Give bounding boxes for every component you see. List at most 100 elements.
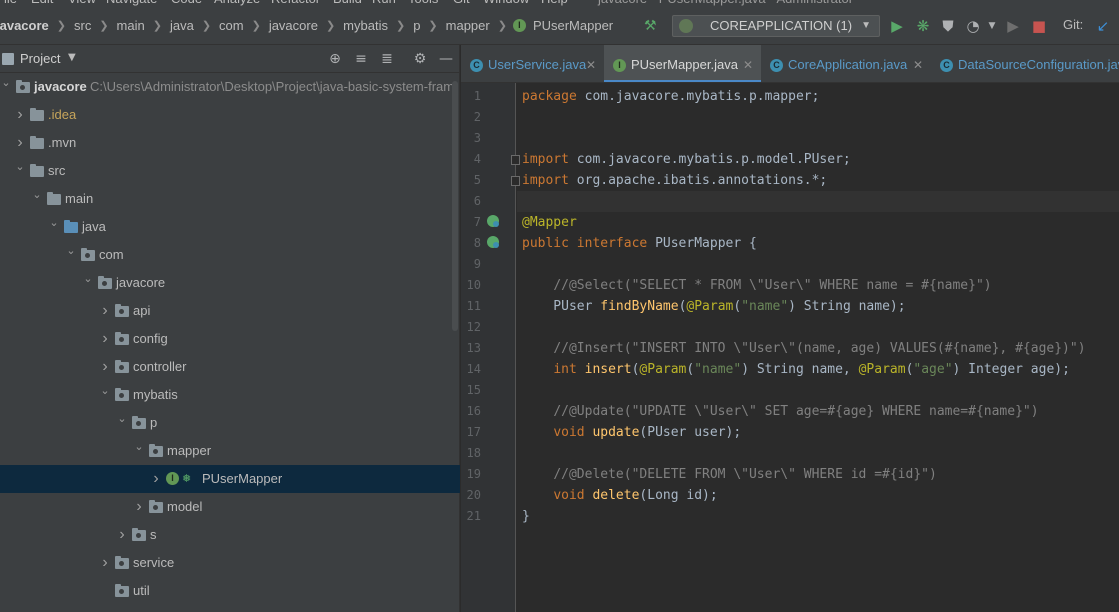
tree-node[interactable]: ⌄ mybatis	[0, 381, 460, 409]
chevron-down-icon[interactable]: ⌄	[117, 405, 127, 433]
code-line[interactable]: //@Select("SELECT * FROM \"User\" WHERE …	[522, 275, 1119, 296]
code-line[interactable]: //@Update("UPDATE \"User\" SET age=#{age…	[522, 401, 1119, 422]
chevron-down-icon[interactable]: ⌄	[32, 181, 42, 209]
editor-tab[interactable]: C UserService.java ✕	[461, 45, 604, 82]
debug-bug-icon[interactable]: ❋	[914, 17, 932, 35]
tree-node[interactable]: › .mvn	[0, 129, 460, 157]
expand-all-icon[interactable]: ≡	[352, 50, 370, 68]
build-hammer-icon[interactable]: ⚒	[644, 19, 660, 33]
tree-node[interactable]: › controller	[0, 353, 460, 381]
breadcrumb-item[interactable]: src	[72, 18, 93, 33]
code-line[interactable]: }	[522, 506, 1119, 527]
tree-node[interactable]: util	[0, 577, 460, 605]
code-line[interactable]: import com.javacore.mybatis.p.model.PUse…	[522, 149, 1119, 170]
breadcrumb-item[interactable]: javacore	[267, 18, 320, 33]
run-icon[interactable]: ▶	[888, 17, 906, 35]
breadcrumb-item[interactable]: mybatis	[341, 18, 390, 33]
code-line[interactable]: //@Insert("INSERT INTO \"User\"(name, ag…	[522, 338, 1119, 359]
chevron-down-icon[interactable]: ⌄	[66, 237, 76, 265]
code-line[interactable]	[522, 107, 1119, 128]
code-line[interactable]	[522, 128, 1119, 149]
gear-icon[interactable]: ⚙	[411, 50, 429, 68]
editor-tab[interactable]: C DataSourceConfiguration.java	[931, 45, 1119, 82]
breadcrumb-item[interactable]: com	[217, 18, 246, 33]
minimize-icon[interactable]: —	[437, 50, 455, 68]
tree-node[interactable]: › api	[0, 297, 460, 325]
tree-node[interactable]: › .idea	[0, 101, 460, 129]
fold-marker-icon[interactable]	[511, 155, 520, 165]
chevron-right-icon[interactable]: ›	[15, 101, 25, 129]
chevron-down-icon[interactable]: ⌄	[83, 265, 93, 293]
tree-node[interactable]: ⌄ src	[0, 157, 460, 185]
code-line[interactable]: import org.apache.ibatis.annotations.*;	[522, 170, 1119, 191]
code-line[interactable]	[522, 254, 1119, 275]
project-panel-title[interactable]: Project	[20, 51, 60, 66]
close-icon[interactable]: ✕	[743, 45, 753, 82]
chevron-right-icon[interactable]: ›	[117, 521, 127, 549]
stop-icon[interactable]: ■	[1030, 17, 1048, 35]
code-line[interactable]: void delete(Long id);	[522, 485, 1119, 506]
chevron-down-icon[interactable]: ⌄	[100, 377, 110, 405]
profiler-icon[interactable]: ◔	[964, 17, 982, 35]
git-update-arrow-icon[interactable]: ↙	[1094, 17, 1112, 35]
locate-crosshair-icon[interactable]: ⊕	[326, 50, 344, 68]
package-icon	[132, 416, 146, 429]
tree-node-label: java	[82, 219, 106, 234]
tree-node[interactable]: ⌄ mapper	[0, 437, 460, 465]
run-configuration-select[interactable]: COREAPPLICATION (1) ▼	[672, 15, 880, 37]
chevron-down-icon[interactable]: ⌄	[15, 153, 25, 181]
spring-bean-gutter-icon[interactable]	[487, 236, 499, 248]
chevron-right-icon[interactable]: ›	[100, 297, 110, 325]
code-line[interactable]: @Mapper	[522, 212, 1119, 233]
breadcrumb-item[interactable]: p	[411, 18, 422, 33]
chevron-right-icon[interactable]: ›	[151, 465, 161, 493]
fold-marker-icon[interactable]	[511, 176, 520, 186]
code-line[interactable]: package com.javacore.mybatis.p.mapper;	[522, 86, 1119, 107]
tree-node[interactable]: › model	[0, 493, 460, 521]
breadcrumb-item[interactable]: java	[168, 18, 196, 33]
step-icon[interactable]: ▶	[1004, 17, 1022, 35]
tree-node[interactable]: › service	[0, 549, 460, 577]
close-icon[interactable]: ✕	[586, 45, 596, 82]
code-line[interactable]	[522, 191, 1119, 212]
chevron-right-icon[interactable]: ›	[134, 493, 144, 521]
code-line[interactable]: public interface PUserMapper {	[522, 233, 1119, 254]
breadcrumb-item[interactable]: main	[115, 18, 147, 33]
code-line[interactable]: void update(PUser user);	[522, 422, 1119, 443]
tree-node[interactable]: ⌄ javacore C:\Users\Administrator\Desktop\…	[0, 73, 460, 101]
tree-node[interactable]: ⌄ javacore	[0, 269, 460, 297]
tree-node[interactable]: › s	[0, 521, 460, 549]
code-line[interactable]	[522, 443, 1119, 464]
tree-node[interactable]: ⌄ com	[0, 241, 460, 269]
tree-node[interactable]: › I ❅ PUserMapper	[0, 465, 460, 493]
chevron-right-icon[interactable]: ›	[100, 325, 110, 353]
chevron-down-icon[interactable]: ⌄	[134, 433, 144, 461]
collapse-all-icon[interactable]: ≣	[378, 50, 396, 68]
tree-node-label: mapper	[167, 443, 212, 458]
breadcrumb-item[interactable]: PUserMapper	[531, 18, 615, 33]
tree-node[interactable]: › config	[0, 325, 460, 353]
tree-node-label: src	[48, 163, 66, 178]
project-scrollbar[interactable]	[452, 81, 458, 331]
spring-bean-gutter-icon[interactable]	[487, 215, 499, 227]
code-editor[interactable]: 1 2 3 4 5 6 7 8 9 10 11 12 13 14 15 16 17 18 19 20 21 packag…	[461, 83, 1119, 612]
editor-tab[interactable]: C CoreApplication.java ✕	[761, 45, 931, 82]
code-line[interactable]	[522, 317, 1119, 338]
code-line[interactable]: int insert(@Param("name") String name, @…	[522, 359, 1119, 380]
code-line[interactable]: PUser findByName(@Param("name") String n…	[522, 296, 1119, 317]
code-line[interactable]: //@Delete("DELETE FROM \"User\" WHERE id…	[522, 464, 1119, 485]
chevron-down-icon[interactable]: ⌄	[49, 209, 59, 237]
package-icon	[81, 248, 95, 261]
profiler-dropdown-icon[interactable]: ▼	[983, 17, 1001, 35]
chevron-down-icon[interactable]: ⌄	[1, 69, 11, 97]
breadcrumb-item[interactable]: javacore	[0, 18, 51, 33]
close-icon[interactable]: ✕	[913, 45, 923, 82]
view-mode-chevron-icon[interactable]: ▼	[68, 52, 76, 63]
coverage-shield-icon[interactable]: ⛊	[939, 17, 957, 35]
tree-node[interactable]: ⌄ p	[0, 409, 460, 437]
code-line[interactable]	[522, 380, 1119, 401]
tree-node[interactable]: ⌄ main	[0, 185, 460, 213]
chevron-right-icon[interactable]: ›	[100, 549, 110, 577]
breadcrumb-item[interactable]: mapper	[444, 18, 492, 33]
editor-tab[interactable]: I PUserMapper.java ✕	[604, 45, 761, 82]
